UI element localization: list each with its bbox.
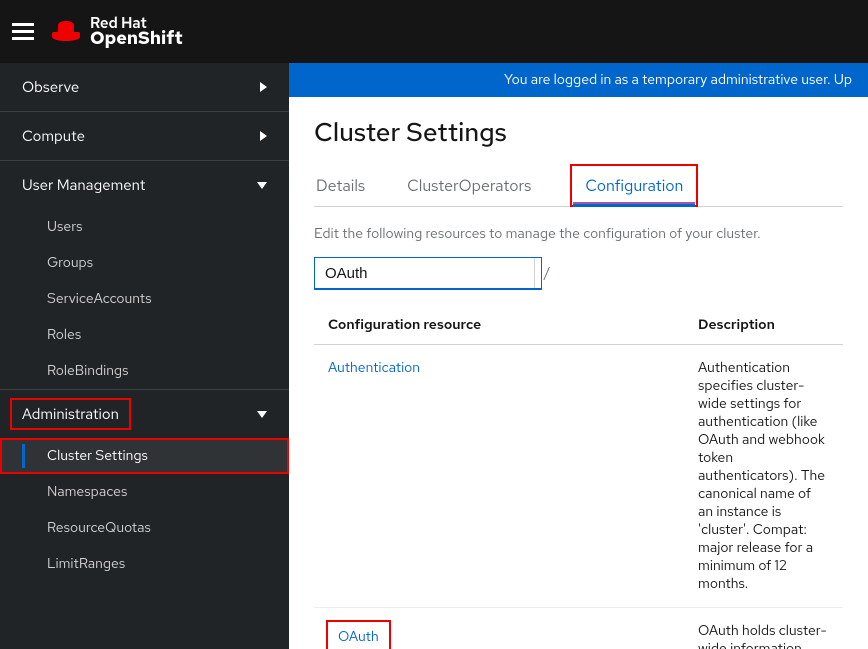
chevron-right-icon — [260, 131, 267, 141]
resource-link-authentication[interactable]: Authentication — [328, 359, 420, 377]
hamburger-menu[interactable] — [12, 19, 34, 44]
sidebar-item-roles[interactable]: Roles — [0, 317, 289, 353]
nav-label: Administration — [22, 404, 119, 424]
tab-configuration[interactable]: Configuration — [571, 165, 697, 206]
resource-desc: OAuth holds cluster-wide information abo… — [684, 608, 843, 649]
chevron-right-icon — [260, 82, 267, 92]
nav-label: Compute — [22, 126, 85, 146]
tab-details[interactable]: Details — [314, 165, 367, 206]
nav-observe[interactable]: Observe — [0, 63, 289, 111]
nav-user-management[interactable]: User Management — [0, 160, 289, 209]
nav-user-management-sub: Users Groups ServiceAccounts Roles RoleB… — [0, 209, 289, 389]
tab-subtitle: Edit the following resources to manage t… — [314, 225, 843, 243]
search-wrap: / — [314, 257, 542, 290]
nav-administration-sub: Cluster Settings Namespaces ResourceQuot… — [0, 438, 289, 582]
th-resource: Configuration resource — [314, 306, 684, 345]
chevron-down-icon — [257, 411, 267, 418]
nav-compute[interactable]: Compute — [0, 111, 289, 160]
resource-link-oauth[interactable]: OAuth — [328, 622, 389, 649]
table-row: OAuth OAuth holds cluster-wide informati… — [314, 608, 843, 649]
config-table: Configuration resource Description Authe… — [314, 306, 843, 649]
th-description: Description — [684, 306, 843, 345]
sidebar-item-groups[interactable]: Groups — [0, 245, 289, 281]
tab-cluster-operators[interactable]: ClusterOperators — [405, 165, 533, 206]
sidebar-item-users[interactable]: Users — [0, 209, 289, 245]
sidebar-item-limitranges[interactable]: LimitRanges — [0, 546, 289, 582]
resource-desc: Authentication specifies cluster-wide se… — [684, 345, 843, 608]
sidebar-item-rolebindings[interactable]: RoleBindings — [0, 353, 289, 389]
sidebar-item-namespaces[interactable]: Namespaces — [0, 474, 289, 510]
nav-label: User Management — [22, 175, 145, 195]
brand-logo[interactable]: Red Hat OpenShift — [52, 16, 183, 48]
nav-label: Observe — [22, 77, 79, 97]
nav-administration[interactable]: Administration — [0, 389, 289, 438]
info-banner: You are logged in as a temporary adminis… — [289, 63, 868, 97]
sidebar: Observe Compute User Management Users Gr… — [0, 63, 289, 649]
brand-line2: OpenShift — [90, 30, 183, 48]
page-title: Cluster Settings — [314, 115, 843, 149]
redhat-icon — [52, 21, 80, 43]
table-row: Authentication Authentication specifies … — [314, 345, 843, 608]
sidebar-item-serviceaccounts[interactable]: ServiceAccounts — [0, 281, 289, 317]
sidebar-item-cluster-settings[interactable]: Cluster Settings — [0, 438, 289, 474]
content-area: You are logged in as a temporary adminis… — [289, 63, 868, 649]
sidebar-item-resourcequotas[interactable]: ResourceQuotas — [0, 510, 289, 546]
search-shortcut: / — [534, 258, 560, 288]
tabs: Details ClusterOperators Configuration — [314, 165, 843, 207]
search-input[interactable] — [315, 258, 534, 288]
chevron-down-icon — [257, 182, 267, 189]
